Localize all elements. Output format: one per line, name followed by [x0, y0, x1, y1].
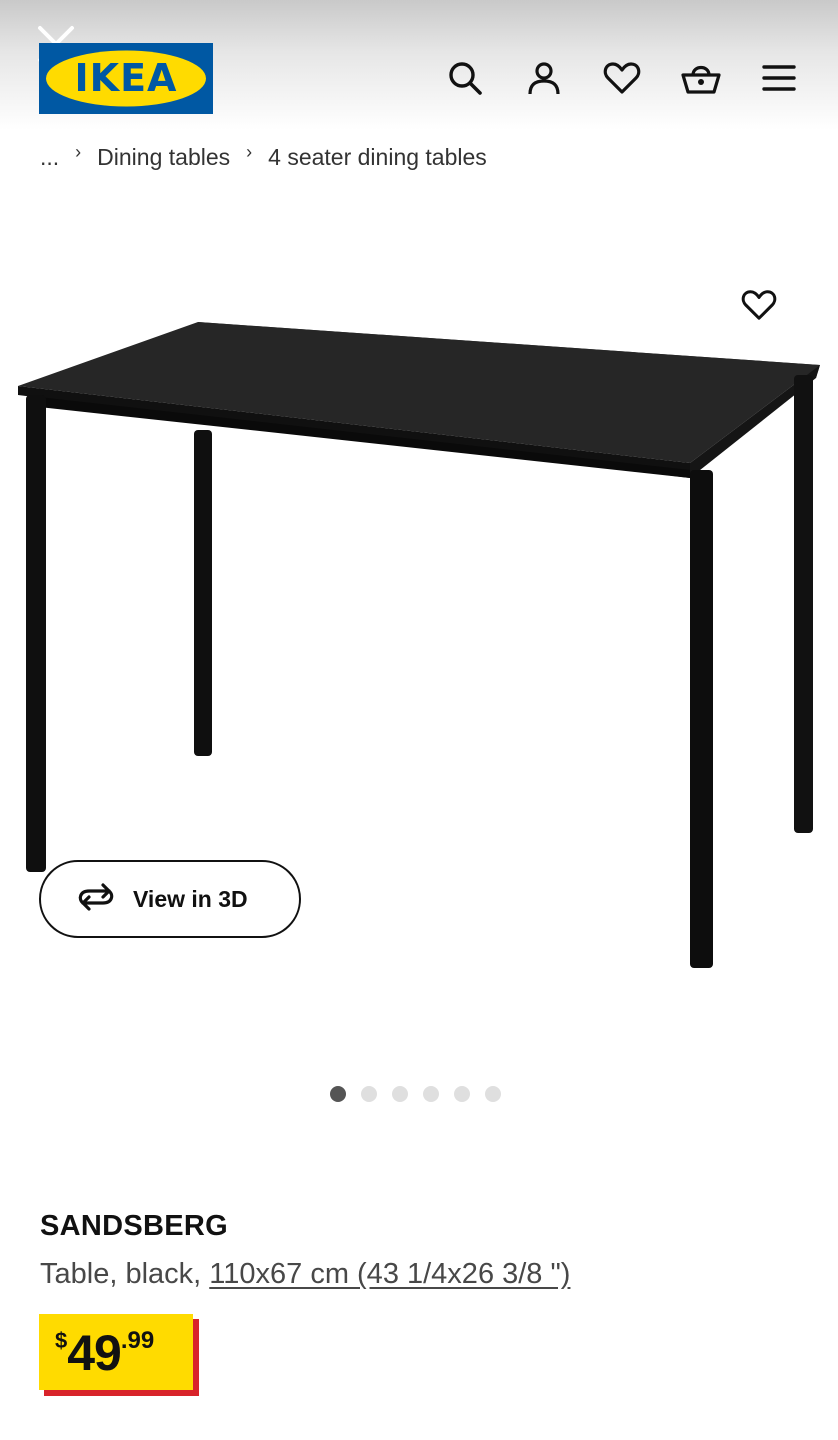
breadcrumb-item-dining-tables[interactable]: Dining tables: [97, 146, 230, 171]
price-box: $ 49 .99: [39, 1314, 193, 1390]
svg-text:IKEA: IKEA: [75, 56, 178, 100]
basket-icon[interactable]: [679, 56, 723, 100]
product-name: SANDSBERG: [40, 1210, 228, 1242]
save-to-favorites-heart-icon[interactable]: [736, 282, 782, 328]
heart-icon[interactable]: [600, 56, 644, 100]
view-in-3d-button[interactable]: View in 3D: [39, 860, 301, 938]
carousel-dot[interactable]: [485, 1086, 501, 1102]
search-icon[interactable]: [443, 56, 487, 100]
carousel-dot[interactable]: [330, 1086, 346, 1102]
top-bar: IKEA: [0, 0, 838, 130]
price-decimal: .99: [120, 1327, 155, 1354]
breadcrumb-ellipsis[interactable]: ...: [40, 146, 59, 171]
carousel-dot[interactable]: [361, 1086, 377, 1102]
breadcrumb-item-4-seater[interactable]: 4 seater dining tables: [268, 146, 487, 171]
view-in-3d-label: View in 3D: [133, 885, 248, 912]
price-currency: $: [55, 1328, 68, 1353]
chevron-right-icon: ›: [75, 146, 82, 162]
account-icon[interactable]: [522, 56, 566, 100]
menu-icon[interactable]: [757, 56, 801, 100]
rotate-3d-icon: [75, 882, 117, 916]
price-integer: 49: [67, 1325, 122, 1381]
price-tag: $ 49 .99: [39, 1314, 199, 1396]
ikea-logo[interactable]: IKEA: [39, 43, 213, 114]
carousel-dot[interactable]: [392, 1086, 408, 1102]
breadcrumb: ... › Dining tables › 4 seater dining ta…: [40, 146, 800, 174]
carousel-dot[interactable]: [454, 1086, 470, 1102]
product-type-color: Table, black,: [40, 1258, 210, 1290]
chevron-right-icon: ›: [246, 146, 253, 162]
product-dimensions-link[interactable]: 110x67 cm (43 1/4x26 3/8 "): [209, 1258, 570, 1290]
carousel-dot[interactable]: [423, 1086, 439, 1102]
image-carousel-indicator: [330, 1086, 501, 1102]
product-description: Table, black, 110x67 cm (43 1/4x26 3/8 "…: [40, 1258, 570, 1291]
